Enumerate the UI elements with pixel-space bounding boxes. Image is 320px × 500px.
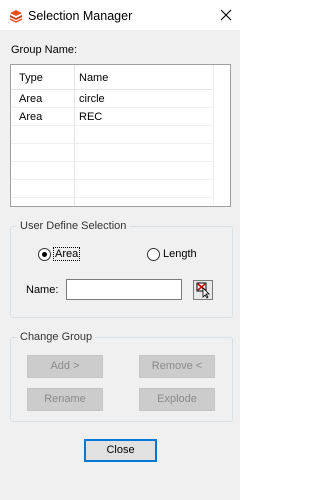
list-row[interactable]: Area REC [11,108,214,126]
rename-button[interactable]: Rename [27,388,103,411]
window-title: Selection Manager [28,9,133,23]
close-button[interactable]: Close [84,439,157,462]
close-icon[interactable] [217,6,235,24]
name-label: Name: [26,284,59,296]
add-button[interactable]: Add > [27,355,103,378]
explode-button[interactable]: Explode [139,388,215,411]
pick-selection-button[interactable] [193,280,213,300]
change-group-legend: Change Group [20,331,93,343]
remove-button[interactable]: Remove < [139,355,215,378]
area-label-text: Area [53,247,81,261]
select-pointer-icon [196,282,210,299]
list-scrollbar[interactable] [213,65,230,206]
list-row-empty [11,126,214,144]
radio-selected-dot [42,252,47,257]
row-name: REC [79,111,103,123]
title-bar: Selection Manager [0,0,240,30]
group-name-label: Group Name: [11,44,78,56]
column-header-type[interactable]: Type [19,72,43,84]
user-define-legend: User Define Selection [20,220,127,232]
name-input[interactable] [66,279,182,300]
row-type: Area [19,111,43,123]
length-radio[interactable] [147,248,160,261]
row-name: circle [79,93,105,105]
column-header-name[interactable]: Name [79,72,108,84]
area-radio-label[interactable]: Area [53,247,81,261]
list-row-empty [11,180,214,198]
list-row-empty [11,162,214,180]
list-row[interactable]: Area circle [11,90,214,108]
app-icon [9,10,23,23]
list-row-empty [11,144,214,162]
row-type: Area [19,93,43,105]
selection-manager-window: Selection Manager Group Name: Type Name … [0,0,240,500]
list-header: Type Name [11,65,214,90]
length-radio-label[interactable]: Length [163,248,197,260]
area-radio[interactable] [38,248,51,261]
group-list[interactable]: Type Name Area circle Area REC [10,64,231,207]
user-define-selection-group: User Define Selection [10,220,233,318]
